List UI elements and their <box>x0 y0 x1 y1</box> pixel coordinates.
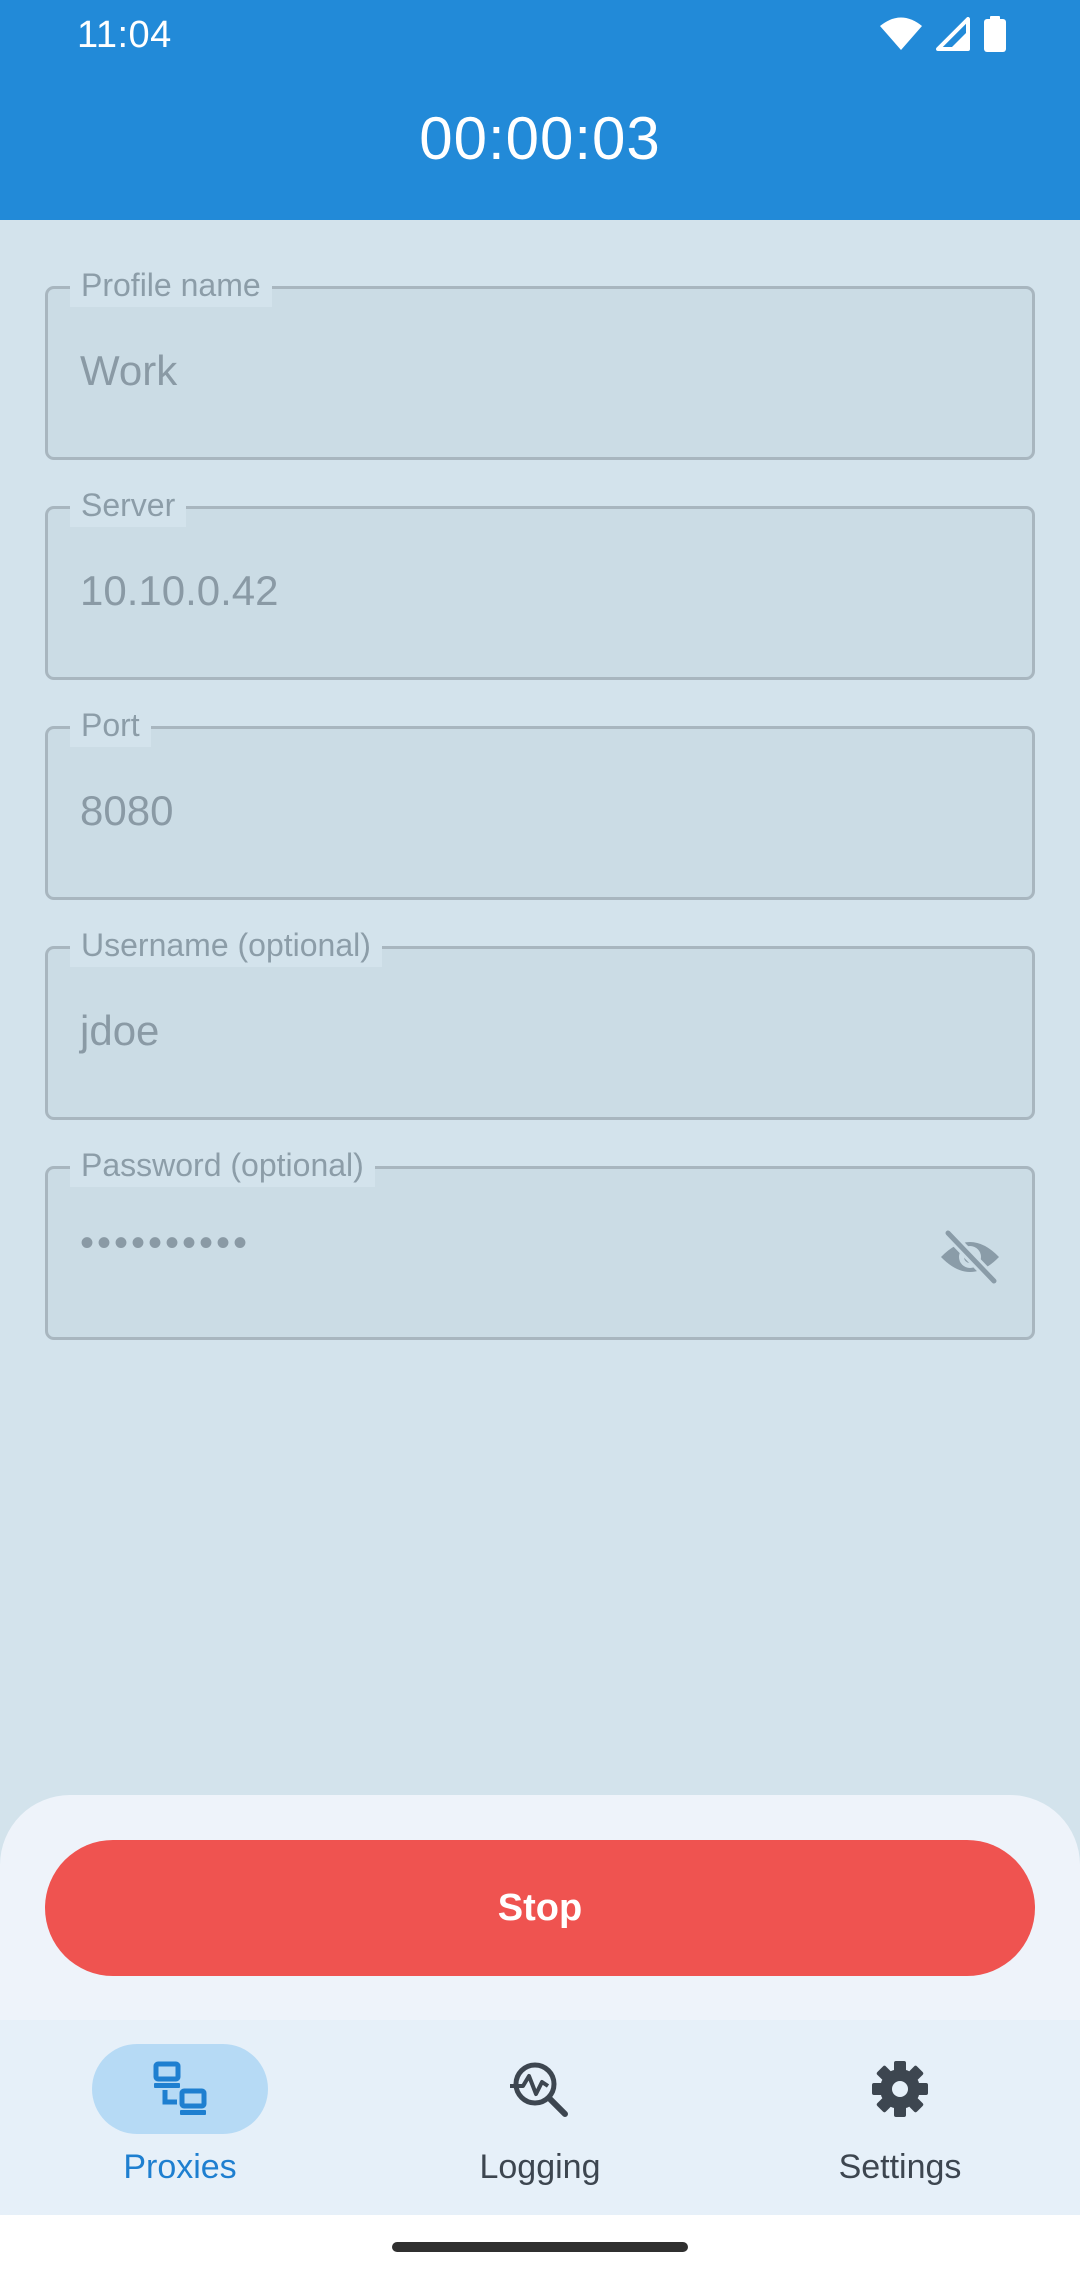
profile-name-value: Work <box>80 347 178 394</box>
username-field[interactable]: Username (optional) jdoe <box>45 923 1035 1120</box>
nav-label-settings: Settings <box>838 2148 962 2186</box>
server-value: 10.10.0.42 <box>80 567 279 614</box>
status-icons <box>880 14 1006 54</box>
connection-timer: 00:00:03 <box>419 105 661 172</box>
server-field[interactable]: Server 10.10.0.42 <box>45 483 1035 680</box>
cellular-signal-icon <box>936 17 970 51</box>
battery-icon <box>984 16 1006 52</box>
username-label: Username (optional) <box>70 923 382 967</box>
port-value: 8080 <box>80 787 174 834</box>
proxy-profile-screen: 11:04 00:00:03 Profile name Work Server … <box>0 0 1080 2280</box>
nav-label-proxies: Proxies <box>123 2148 237 2186</box>
action-sheet: Stop <box>0 1795 1080 2020</box>
nav-item-proxies[interactable]: Proxies <box>0 2020 360 2215</box>
stop-button[interactable]: Stop <box>45 1840 1035 1976</box>
logging-icon <box>510 2062 568 2117</box>
port-label: Port <box>70 703 151 747</box>
username-value: jdoe <box>80 1007 160 1054</box>
visibility-off-icon[interactable] <box>938 1229 1002 1285</box>
nav-label-logging: Logging <box>479 2148 601 2186</box>
wifi-icon <box>880 17 922 50</box>
password-field[interactable]: Password (optional) •••••••••• <box>45 1143 1035 1340</box>
server-label: Server <box>70 483 187 527</box>
settings-icon <box>872 2061 928 2117</box>
password-value: •••••••••• <box>80 1221 251 1265</box>
port-field[interactable]: Port 8080 <box>45 703 1035 900</box>
app-bar: 11:04 00:00:03 <box>0 0 1080 220</box>
nav-item-logging[interactable]: Logging <box>360 2020 720 2215</box>
nav-item-settings[interactable]: Settings <box>720 2020 1080 2215</box>
password-label: Password (optional) <box>70 1143 375 1187</box>
proxies-icon <box>153 2061 207 2115</box>
home-indicator[interactable] <box>392 2242 688 2252</box>
gesture-area <box>0 2215 1080 2280</box>
profile-name-field[interactable]: Profile name Work <box>45 263 1035 460</box>
profile-name-label: Profile name <box>70 263 272 307</box>
bottom-navigation: Proxies Logging Settings <box>0 2020 1080 2215</box>
status-time: 11:04 <box>77 14 172 56</box>
